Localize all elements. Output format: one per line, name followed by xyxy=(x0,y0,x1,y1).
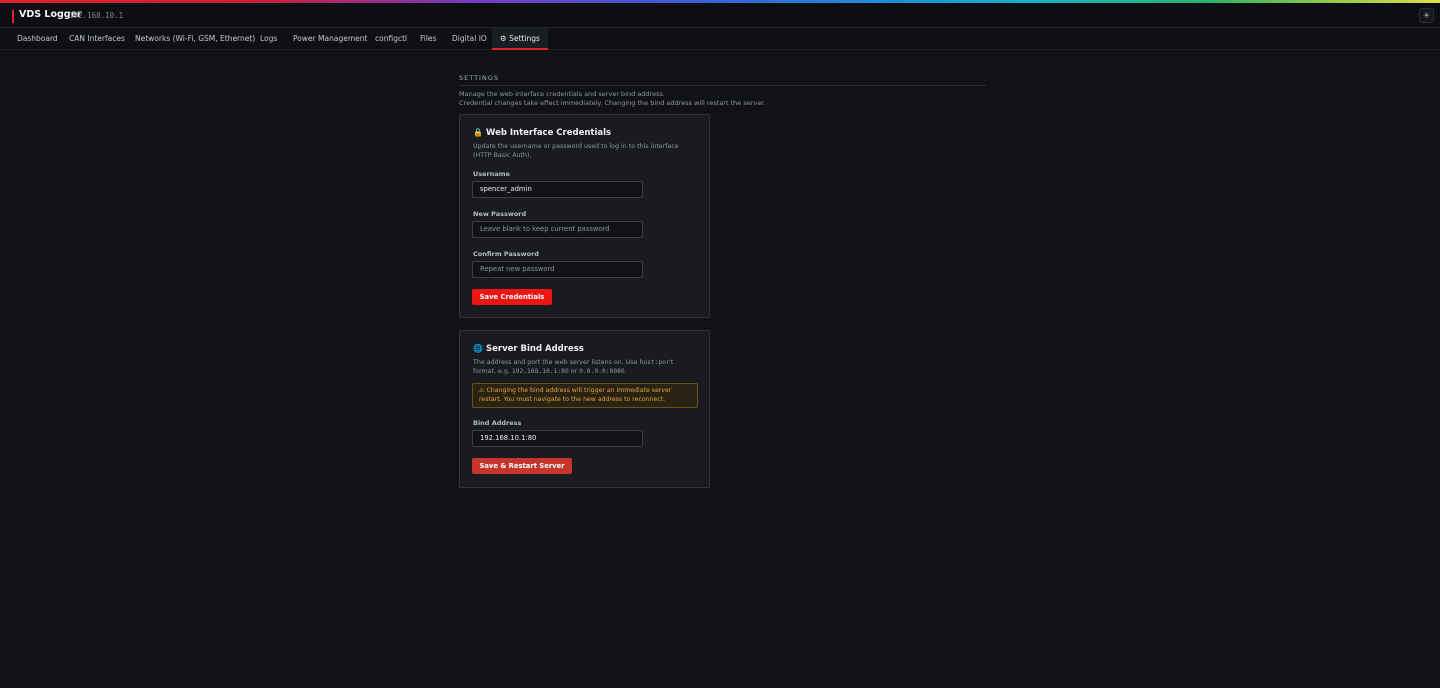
restart-warning: ⚠ Changing the bind address will trigger… xyxy=(472,383,698,408)
theme-toggle-button[interactable]: ☀ xyxy=(1419,8,1434,23)
bind-card-title: 🌐 Server Bind Address xyxy=(473,344,584,354)
warning-line-1: ⚠ Changing the bind address will trigger… xyxy=(479,387,672,394)
credentials-card: 🔒 Web Interface Credentials Update the us… xyxy=(459,114,710,318)
save-credentials-button[interactable]: Save Credentials xyxy=(472,289,552,305)
credentials-description-line-1: Update the username or password used to … xyxy=(473,143,679,150)
page-description-line-1: Manage the web interface credentials and… xyxy=(459,90,665,98)
bind-address-field[interactable]: 192.168.10.1:80 xyxy=(472,430,643,447)
tab-power-management[interactable]: Power Management xyxy=(293,28,367,50)
bind-address-card: 🌐 Server Bind Address The address and por… xyxy=(459,330,710,488)
tab-settings[interactable]: ⚙ Settings xyxy=(492,28,548,50)
page-description-line-2: Credential changes take effect immediate… xyxy=(459,99,766,107)
page-title: SETTINGS xyxy=(459,74,500,82)
warning-line-2: restart. You must navigate to the new ad… xyxy=(479,395,666,403)
bind-description-line-2: format, e.g. 192.168.10.1:80 or 0.0.0.0:… xyxy=(473,368,627,375)
credentials-description: Update the username or password used to … xyxy=(473,142,703,160)
bind-description-line-1: The address and port the web server list… xyxy=(473,359,674,366)
lock-icon: 🔒 xyxy=(473,128,483,137)
bind-description: The address and port the web server list… xyxy=(473,358,703,376)
tab-can-interfaces[interactable]: CAN Interfaces xyxy=(69,28,125,50)
new-password-label: New Password xyxy=(473,210,527,218)
top-bar: VDS Logger 192.168.10.1 ☀ xyxy=(0,3,1440,28)
globe-icon: 🌐 xyxy=(473,344,483,353)
new-password-field[interactable]: Leave blank to keep current password xyxy=(472,221,643,238)
device-ip: 192.168.10.1 xyxy=(69,11,124,20)
credentials-card-title: 🔒 Web Interface Credentials xyxy=(473,128,611,138)
bind-address-label: Bind Address xyxy=(473,419,522,427)
tab-dashboard[interactable]: Dashboard xyxy=(17,28,58,50)
main-nav: Dashboard CAN Interfaces Networks (Wi-Fi… xyxy=(0,28,1440,50)
credentials-description-line-2: (HTTP Basic Auth). xyxy=(473,152,532,159)
credentials-title-text: Web Interface Credentials xyxy=(486,128,612,138)
tab-files[interactable]: Files xyxy=(420,28,436,50)
tab-configctl[interactable]: configctl xyxy=(375,28,407,50)
confirm-password-label: Confirm Password xyxy=(473,250,539,258)
confirm-password-field[interactable]: Repeat new password xyxy=(472,261,643,278)
brand-mark xyxy=(12,10,14,23)
tab-logs[interactable]: Logs xyxy=(260,28,277,50)
tab-digital-io[interactable]: Digital IO xyxy=(452,28,487,50)
sun-icon: ☀ xyxy=(1422,11,1431,20)
tab-networks[interactable]: Networks (Wi-Fi, GSM, Ethernet) xyxy=(135,28,255,50)
save-restart-server-button[interactable]: Save & Restart Server xyxy=(472,458,572,474)
username-label: Username xyxy=(473,170,510,178)
username-field[interactable]: spencer_admin xyxy=(472,181,643,198)
bind-title-text: Server Bind Address xyxy=(486,344,584,354)
divider xyxy=(459,85,986,86)
